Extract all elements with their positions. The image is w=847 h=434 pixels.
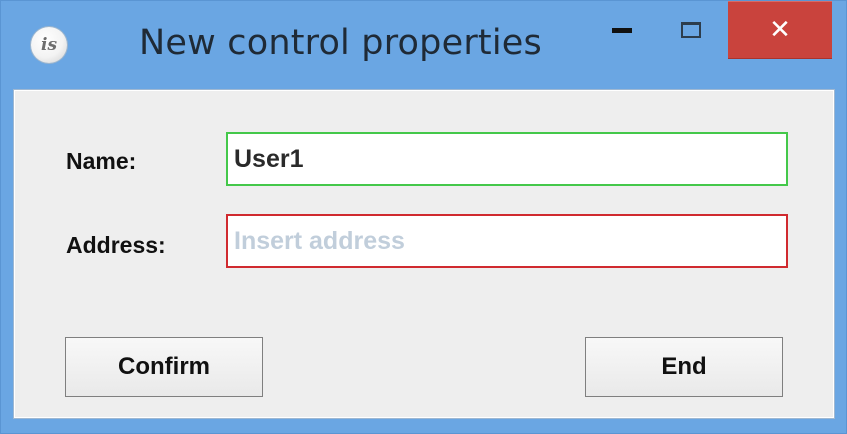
dialog-window: is New control properties ✕ Name: Addres… [0,0,847,434]
close-button[interactable]: ✕ [728,1,832,59]
name-label: Name: [66,148,137,174]
title-bar[interactable]: is New control properties ✕ [1,1,846,85]
address-label: Address: [66,232,166,258]
confirm-button[interactable]: Confirm [65,337,263,397]
app-icon-text: is [40,35,58,55]
window-title: New control properties [139,23,542,63]
minimize-button[interactable] [597,1,647,59]
close-icon: ✕ [769,15,791,45]
dialog-content: Name: Address: Confirm End [13,89,835,419]
maximize-button[interactable] [661,1,721,59]
end-button[interactable]: End [585,337,783,397]
address-field[interactable] [226,214,788,268]
maximize-icon [681,22,701,38]
minimize-icon [612,27,632,33]
app-icon[interactable]: is [31,27,67,63]
name-field[interactable] [226,132,788,186]
